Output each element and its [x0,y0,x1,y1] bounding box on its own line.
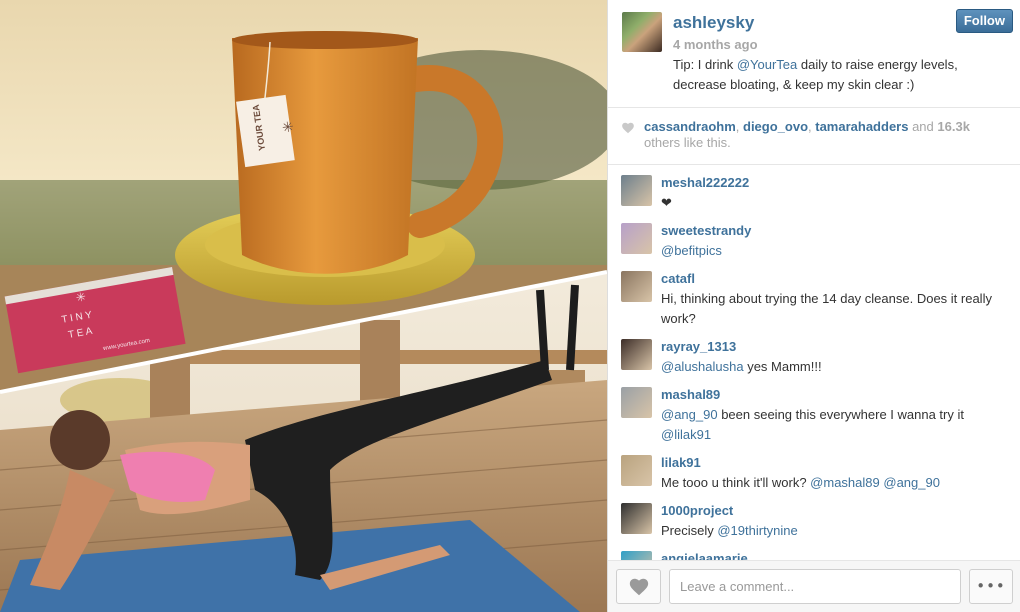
commenter-avatar[interactable] [621,551,652,560]
post-timestamp[interactable]: 4 months ago [673,37,758,52]
commenter-username[interactable]: 1000project [661,503,733,518]
tea-tag-star-icon: ✳ [281,119,295,136]
caption-text: Tip: I drink [673,57,737,72]
post-header: ashleysky 4 months ago Follow Tip: I dri… [608,0,1020,108]
commenter-avatar[interactable] [621,339,652,370]
comment-footer: ••• [608,560,1020,612]
likes-suffix: others like this. [644,135,731,150]
heart-icon [629,578,649,596]
commenter-avatar[interactable] [621,175,652,206]
like-button[interactable] [616,569,661,604]
commenter-username[interactable]: mashal89 [661,387,720,402]
liker-link[interactable]: cassandraohm [644,119,736,134]
comment-text: @befitpics [661,241,1006,261]
caption-mention-link[interactable]: @YourTea [737,57,797,72]
commenter-username[interactable]: lilak91 [661,455,701,470]
commenter-username[interactable]: catafl [661,271,695,286]
comment-mention-link[interactable]: @alushalusha [661,359,744,374]
commenter-avatar[interactable] [621,503,652,534]
comment-text-segment: Me tooo u think it'll work? [661,475,811,490]
commenter-avatar[interactable] [621,387,652,418]
comment-text: Me tooo u think it'll work? @mashal89 @a… [661,473,1006,493]
comment-text: Hi, thinking about trying the 14 day cle… [661,289,1006,329]
comment-text-segment: Precisely [661,523,718,538]
comments-list[interactable]: meshal222222 ❤ sweetestrandy @befitpics cata… [608,165,1020,560]
heart-icon [622,122,634,134]
comment-text-segment: Hi, thinking about trying the 14 day cle… [661,291,992,326]
comment-mention-link[interactable]: @19thirtynine [717,523,797,538]
commenter-username[interactable]: sweetestrandy [661,223,751,238]
comment-mention-link[interactable]: @mashal89 [810,475,880,490]
owner-username[interactable]: ashleysky [673,13,754,33]
post-caption: Tip: I drink @YourTea daily to raise ene… [673,55,1008,95]
comment-text: @alushalusha yes Mamm!!! [661,357,1006,377]
liker-link[interactable]: tamarahadders [815,119,908,134]
comment-mention-link[interactable]: @ang_90 [661,407,718,422]
comment-mention-link[interactable]: @befitpics [661,243,722,258]
commenter-username[interactable]: meshal222222 [661,175,749,190]
likes-count[interactable]: 16.3k [937,119,970,134]
post-details-panel: ashleysky 4 months ago Follow Tip: I dri… [607,0,1020,612]
post-photo[interactable]: YOUR TEA ✳ ✳ T I N Y T E A www.yourtea.c… [0,0,607,612]
comment-mention-link[interactable]: @lilak91 [661,427,711,442]
comment-text: @ang_90 been seeing this everywhere I wa… [661,405,1006,445]
comment-input[interactable] [669,569,961,604]
liker-link[interactable]: diego_ovo [743,119,808,134]
post-photo-collage: YOUR TEA ✳ ✳ T I N Y T E A www.yourtea.c… [0,0,607,612]
likes-section: cassandraohm, diego_ovo, tamarahadders a… [608,108,1020,165]
more-options-button[interactable]: ••• [969,569,1013,604]
commenter-avatar[interactable] [621,455,652,486]
likes-text: cassandraohm, diego_ovo, tamarahadders a… [644,119,970,150]
follow-button[interactable]: Follow [955,9,1013,33]
commenter-avatar[interactable] [621,271,652,302]
comment-mention-link[interactable]: @ang_90 [883,475,940,490]
comment-text-segment: yes Mamm!!! [743,359,822,374]
commenter-avatar[interactable] [621,223,652,254]
comment-text-segment: been seeing this everywhere I wanna try … [717,407,964,422]
commenter-username[interactable]: angielaamarie [661,551,748,560]
comment-text: Precisely @19thirtynine [661,521,1006,541]
commenter-username[interactable]: rayray_1313 [661,339,736,354]
comment-text: ❤ [661,193,1006,213]
comment-text-segment: ❤ [661,195,672,210]
owner-avatar[interactable] [622,12,662,52]
